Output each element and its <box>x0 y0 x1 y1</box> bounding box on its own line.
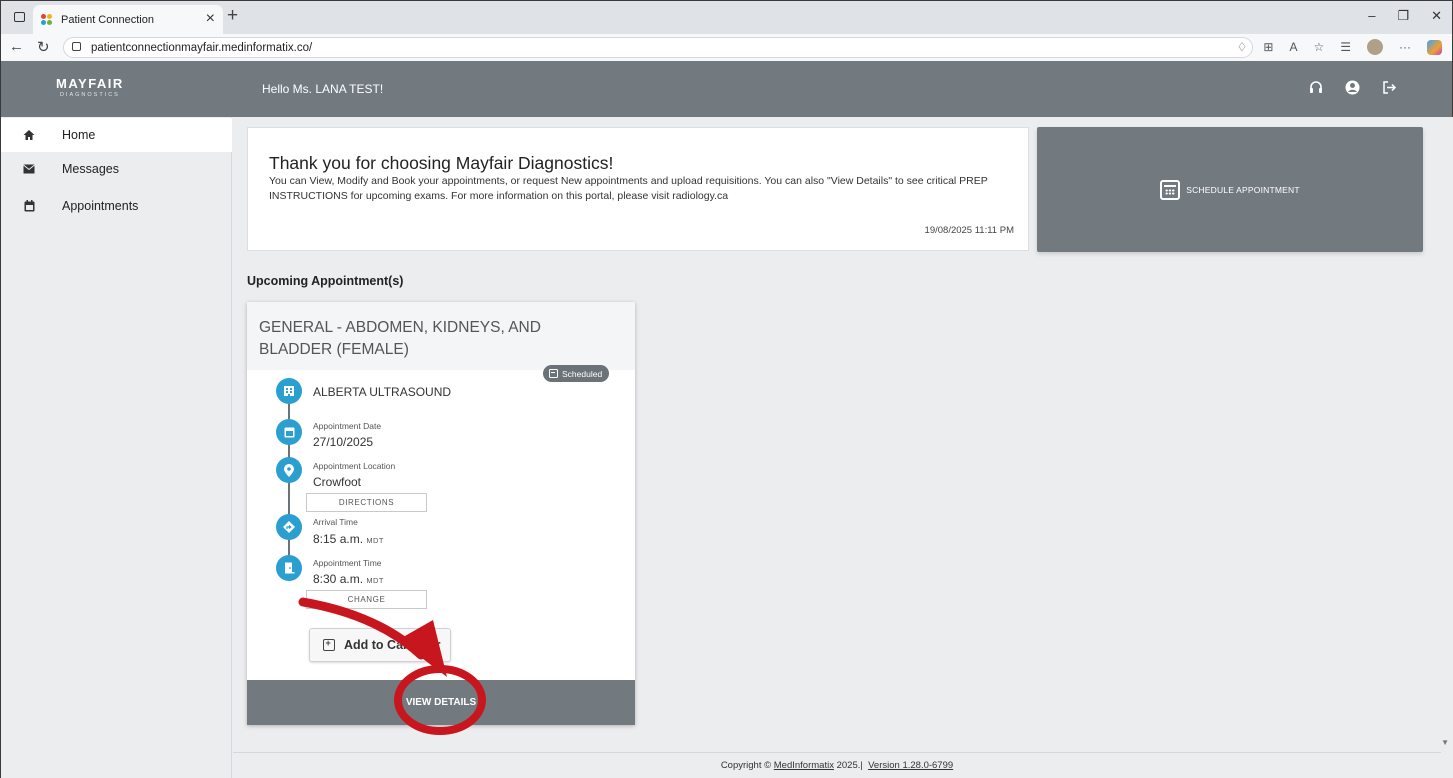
arrival-time-value: 8:15 a.m. <box>313 532 364 546</box>
footer: Copyright © MedInformatix 2025.| Version… <box>233 752 1441 778</box>
upcoming-appointments-heading: Upcoming Appointment(s) <box>247 274 404 288</box>
address-bar: ← ↻ patientconnectionmayfair.medinformat… <box>0 34 1453 61</box>
sidebar-item-messages[interactable]: Messages <box>1 152 232 186</box>
browser-tab[interactable]: Patient Connection × <box>33 5 223 35</box>
close-window-icon[interactable]: ✕ <box>1431 8 1442 24</box>
door-icon <box>276 555 302 581</box>
greeting-text: Hello Ms. LANA TEST! <box>262 82 384 96</box>
location-pin-icon <box>276 457 302 483</box>
refresh-icon[interactable]: ↻ <box>37 38 50 56</box>
sidebar-item-appointments[interactable]: Appointments <box>1 189 232 223</box>
appointment-time-label: Appointment Time <box>313 558 382 568</box>
change-button[interactable]: CHANGE <box>306 590 427 609</box>
arrival-timezone: MDT <box>366 536 384 545</box>
logo-subtitle: DIAGNOSTICS <box>59 92 120 98</box>
back-icon[interactable]: ← <box>9 38 24 55</box>
more-icon[interactable]: ··· <box>1399 40 1411 54</box>
welcome-card: Thank you for choosing Mayfair Diagnosti… <box>247 127 1029 251</box>
appointment-timezone: MDT <box>366 576 384 585</box>
home-icon <box>23 129 35 141</box>
appointment-card: GENERAL - ABDOMEN, KIDNEYS, AND BLADDER … <box>247 302 635 725</box>
calendar-icon <box>23 200 35 212</box>
building-icon <box>276 378 302 404</box>
favicon-icon <box>41 14 53 26</box>
site-info-icon[interactable] <box>72 42 81 51</box>
status-text: Scheduled <box>562 368 603 379</box>
exam-title: GENERAL - ABDOMEN, KIDNEYS, AND BLADDER … <box>259 319 541 358</box>
minimize-icon[interactable]: – <box>1368 8 1375 24</box>
sidebar-item-label: Appointments <box>62 199 139 213</box>
tab-title: Patient Connection <box>61 14 154 26</box>
appointment-location: Crowfoot <box>313 475 362 489</box>
welcome-title: Thank you for choosing Mayfair Diagnosti… <box>269 153 614 173</box>
reader-icon[interactable]: ⊞ <box>1263 40 1273 54</box>
envelope-icon <box>23 163 35 175</box>
directions-sign-icon <box>276 514 302 540</box>
user-account-icon[interactable] <box>1345 80 1360 95</box>
header-actions <box>1308 80 1397 95</box>
version-link[interactable]: Version 1.28.0-6799 <box>868 760 953 771</box>
add-to-calendar-label: Add to Calendar <box>344 638 441 652</box>
close-tab-icon[interactable]: × <box>206 10 215 28</box>
directions-button[interactable]: DIRECTIONS <box>306 493 427 512</box>
browser-toolbar: ♢ ⊞ A ☆ ☰ ··· <box>1237 39 1442 55</box>
app-header: MAYFAIR DIAGNOSTICS Hello Ms. LANA TEST! <box>0 61 1453 117</box>
schedule-appointment-label: SCHEDULE APPOINTMENT <box>1186 184 1300 195</box>
arrival-time-label: Arrival Time <box>313 517 358 527</box>
appointment-location-label: Appointment Location <box>313 461 396 471</box>
calendar-icon <box>276 419 302 445</box>
calendar-plus-icon <box>323 638 335 651</box>
appointment-time-value: 8:30 a.m. <box>313 572 364 586</box>
schedule-appointment-button[interactable]: SCHEDULE APPOINTMENT <box>1037 127 1423 252</box>
restore-icon[interactable]: ❐ <box>1397 8 1409 24</box>
scroll-down-arrow-icon[interactable]: ▼ <box>1441 738 1449 747</box>
sidebar: Home Messages Appointments <box>0 117 232 778</box>
support-headset-icon[interactable] <box>1308 80 1323 95</box>
read-aloud-icon[interactable]: A <box>1289 40 1297 54</box>
current-datetime: 19/08/2025 11:11 PM <box>924 225 1014 236</box>
bell-icon[interactable]: ♢ <box>1237 40 1248 54</box>
browser-tab-strip: Patient Connection × + – ❐ ✕ <box>0 0 1453 35</box>
appointment-card-header: GENERAL - ABDOMEN, KIDNEYS, AND BLADDER … <box>247 302 635 370</box>
medinformatix-link[interactable]: MedInformatix <box>774 760 834 771</box>
url-field[interactable]: patientconnectionmayfair.medinformatix.c… <box>63 37 1253 58</box>
tab-actions-icon[interactable] <box>14 12 25 22</box>
logo-wordmark: MAYFAIR <box>56 76 124 91</box>
window-controls: – ❐ ✕ <box>1368 8 1442 24</box>
calendar-icon <box>1160 179 1181 200</box>
favorite-star-icon[interactable]: ☆ <box>1313 40 1324 54</box>
arrival-time: 8:15 a.m. MDT <box>313 532 384 546</box>
sidebar-item-home[interactable]: Home <box>1 118 232 152</box>
favorites-list-icon[interactable]: ☰ <box>1340 40 1351 54</box>
sidebar-item-label: Messages <box>62 162 119 176</box>
view-details-button[interactable]: VIEW DETAILS <box>247 680 635 725</box>
sidebar-item-label: Home <box>62 128 96 142</box>
appointment-date: 27/10/2025 <box>313 435 374 449</box>
appointment-time: 8:30 a.m. MDT <box>313 572 384 586</box>
copyright-prefix: Copyright © <box>720 760 772 771</box>
copilot-icon[interactable] <box>1427 39 1442 55</box>
facility-name: ALBERTA ULTRASOUND <box>313 385 452 399</box>
mayfair-logo[interactable]: MAYFAIR DIAGNOSTICS <box>56 76 124 98</box>
appointment-date-label: Appointment Date <box>313 421 382 431</box>
new-tab-icon[interactable]: + <box>227 5 238 27</box>
profile-avatar[interactable] <box>1367 39 1383 55</box>
calendar-check-icon <box>549 369 558 378</box>
add-to-calendar-button[interactable]: Add to Calendar <box>309 628 451 662</box>
url-text: patientconnectionmayfair.medinformatix.c… <box>91 42 313 54</box>
copyright-year: 2025.| <box>836 760 863 771</box>
welcome-message: You can View, Modify and Book your appoi… <box>269 175 988 202</box>
status-badge: Scheduled <box>543 365 610 382</box>
logout-icon[interactable] <box>1382 80 1397 95</box>
